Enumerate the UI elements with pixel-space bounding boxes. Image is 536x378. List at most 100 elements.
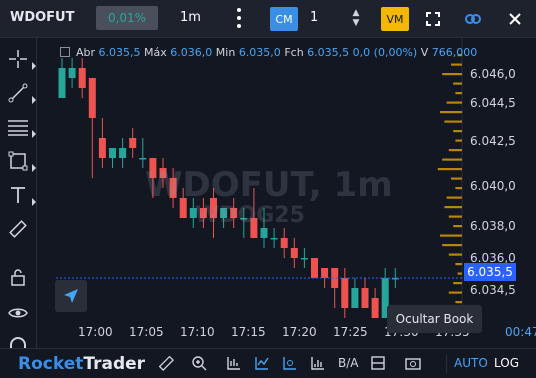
link-icon[interactable]	[460, 6, 486, 32]
book-volume-bar	[451, 177, 462, 180]
book-volume-bar	[444, 206, 462, 209]
text-icon[interactable]	[5, 182, 36, 208]
crosshair-icon[interactable]	[5, 46, 36, 72]
fch-label: Fch	[284, 46, 304, 59]
eye-icon[interactable]	[5, 300, 31, 326]
candle-body	[361, 288, 369, 308]
ruler-icon[interactable]	[5, 216, 31, 242]
compare-icon[interactable]	[280, 353, 300, 373]
fibonacci-icon[interactable]	[5, 114, 36, 140]
bid-ask-button[interactable]: B/A	[338, 356, 358, 370]
y-tick-label: 6.044,5	[470, 96, 516, 110]
symbol-watermark: WDOFUT, 1m	[145, 165, 393, 205]
chevron-up-icon[interactable]: ▲	[350, 8, 362, 18]
book-volume-bar	[444, 120, 462, 123]
chevron-down-icon[interactable]: ▼	[350, 18, 362, 28]
volume-label: V	[420, 46, 429, 59]
candle-body	[260, 228, 268, 238]
book-volume-bar	[453, 82, 462, 85]
ohlc-info-line: Abr 6.035,5 Máx 6.036,0 Min 6.035,0 Fch …	[60, 46, 477, 59]
book-volume-bar	[442, 244, 462, 247]
book-volume-bar	[448, 291, 462, 294]
fullscreen-icon[interactable]	[420, 6, 446, 32]
x-tick-label: 17:20	[282, 325, 317, 339]
candle-body	[58, 68, 66, 98]
candle-timer: 00:47	[505, 325, 536, 339]
navigate-arrow-button[interactable]	[55, 280, 87, 312]
bottom-toolbar: RocketTrader B/A AUTO LOG	[0, 348, 536, 378]
log-scale-toggle[interactable]: LOG	[494, 356, 519, 370]
change-percent-badge: 0,01%	[96, 6, 158, 30]
book-volume-bar	[455, 301, 462, 304]
divider	[446, 355, 447, 373]
book-volume-bar	[446, 101, 462, 104]
book-volume-bar	[440, 234, 462, 237]
candle-body	[88, 78, 96, 118]
change-value: 0,0 (0,00%)	[352, 46, 418, 59]
indicator-icon[interactable]	[252, 353, 272, 373]
rockettrader-logo: RocketTrader	[18, 354, 146, 374]
bar-chart-icon[interactable]	[224, 353, 244, 373]
cm-button[interactable]: CM	[270, 7, 298, 31]
y-tick-label: 6.038,0	[470, 219, 516, 233]
auto-scale-toggle[interactable]: AUTO	[454, 356, 488, 370]
book-volume-bar	[446, 196, 462, 199]
book-volume-bar	[455, 92, 462, 95]
top-toolbar: WDOFUT 0,01% 1m CM 1 ▲ ▼ VM	[0, 0, 536, 38]
ruler-measure-icon[interactable]	[156, 353, 176, 373]
interval-selector[interactable]: 1m	[180, 10, 201, 25]
navigation-arrow-icon	[64, 289, 78, 303]
trend-line-icon[interactable]	[5, 80, 36, 106]
book-volume-bar	[448, 149, 462, 152]
book-volume-bar	[451, 63, 462, 66]
candle-body	[68, 68, 76, 78]
quantity-stepper[interactable]: ▲ ▼	[350, 8, 362, 30]
candle-body	[270, 238, 278, 240]
book-volume-bar	[455, 263, 462, 266]
book-volume-bar	[453, 282, 462, 285]
candle-body	[311, 258, 318, 278]
volume-icon[interactable]	[308, 353, 328, 373]
candle-body	[300, 258, 308, 260]
book-volume-bar	[453, 225, 462, 228]
zoom-icon[interactable]	[189, 353, 209, 373]
candle-body	[78, 68, 86, 88]
book-volume-bar	[442, 73, 462, 76]
x-tick-label: 17:05	[129, 325, 164, 339]
layout-icon[interactable]	[368, 353, 388, 373]
book-volume-bar	[440, 111, 462, 114]
fch-value: 6.035,5	[307, 46, 350, 59]
symbol-label[interactable]: WDOFUT	[10, 10, 75, 25]
candle-body	[98, 138, 106, 158]
book-volume-bar	[455, 187, 462, 190]
vm-button[interactable]: VM	[381, 7, 409, 31]
min-value: 6.035,0	[238, 46, 281, 59]
contract-watermark: WDOG25	[195, 203, 305, 228]
x-tick-label: 17:10	[180, 325, 215, 339]
book-volume-bar	[457, 272, 462, 275]
x-tick-label: 17:25	[333, 325, 368, 339]
close-icon[interactable]	[502, 6, 528, 32]
collapse-toggle-icon[interactable]	[60, 47, 70, 57]
book-volume-bar	[455, 139, 462, 142]
more-options-icon[interactable]	[232, 8, 246, 28]
candle-body	[321, 268, 329, 278]
y-tick-label: 6.040,0	[470, 179, 516, 193]
y-tick-label: 6.042,5	[470, 134, 516, 148]
candle-body	[280, 238, 288, 248]
camera-icon[interactable]	[403, 353, 423, 373]
rectangle-icon[interactable]	[5, 148, 36, 174]
quantity-field[interactable]: 1	[310, 10, 318, 25]
book-volume-bar	[437, 168, 462, 171]
candle-body	[290, 248, 298, 258]
abr-label: Abr	[76, 46, 96, 59]
book-volume-bar	[448, 215, 462, 218]
candle-body	[351, 288, 359, 308]
abr-value: 6.035,5	[98, 46, 141, 59]
hide-book-tooltip: Ocultar Book	[387, 305, 482, 333]
candle-body	[341, 278, 349, 308]
candle-body	[109, 148, 116, 158]
book-volume-bar	[448, 253, 462, 256]
lock-icon[interactable]	[5, 264, 31, 290]
candle-body	[129, 138, 137, 148]
